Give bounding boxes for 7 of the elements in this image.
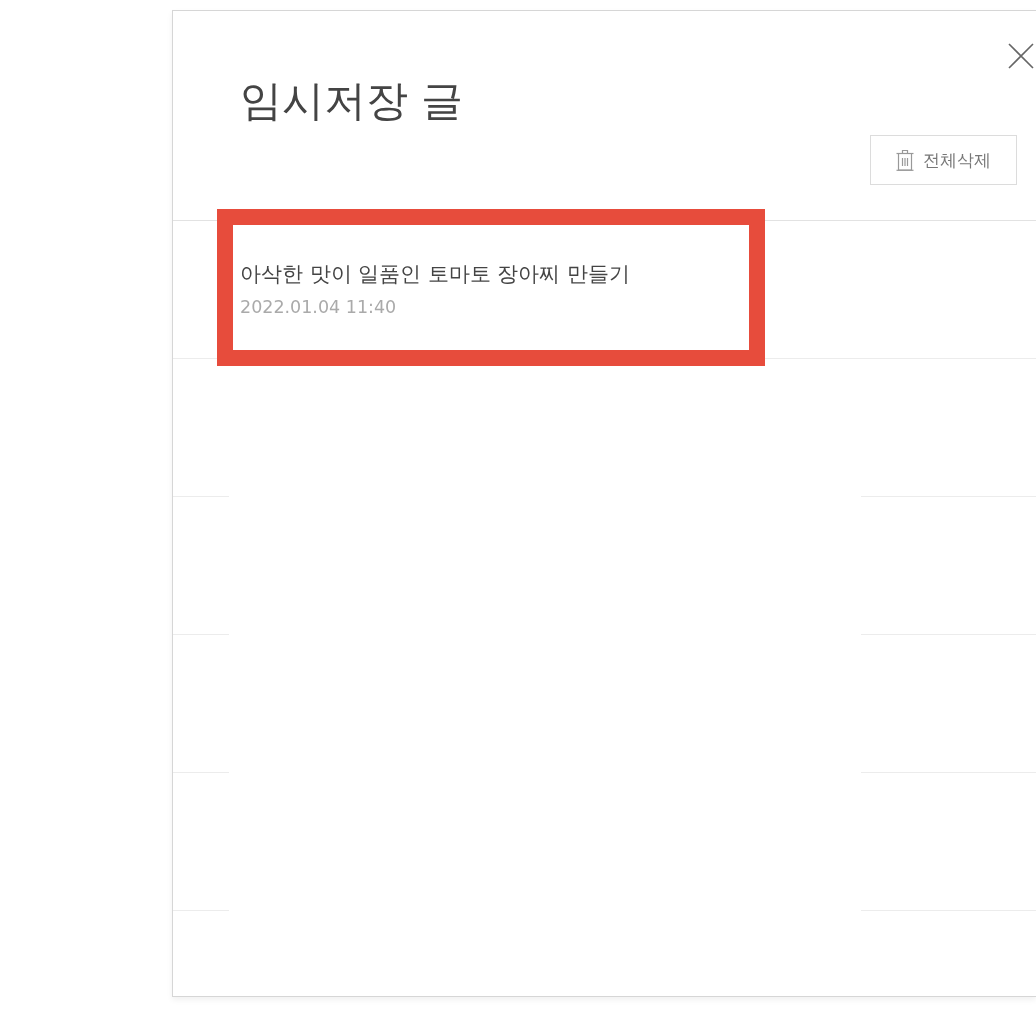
delete-all-button[interactable]: 전체삭제 — [870, 135, 1017, 185]
dialog-title: 임시저장 글 — [240, 75, 464, 127]
draft-list-item[interactable]: 아삭한 맛이 일품인 토마토 장아찌 만들기 2022.01.04 11:40 — [173, 221, 1036, 359]
trash-icon — [896, 149, 914, 171]
draft-title: 아삭한 맛이 일품인 토마토 장아찌 만들기 — [240, 261, 630, 288]
draft-date: 2022.01.04 11:40 — [240, 296, 397, 319]
close-icon[interactable] — [1008, 43, 1034, 69]
